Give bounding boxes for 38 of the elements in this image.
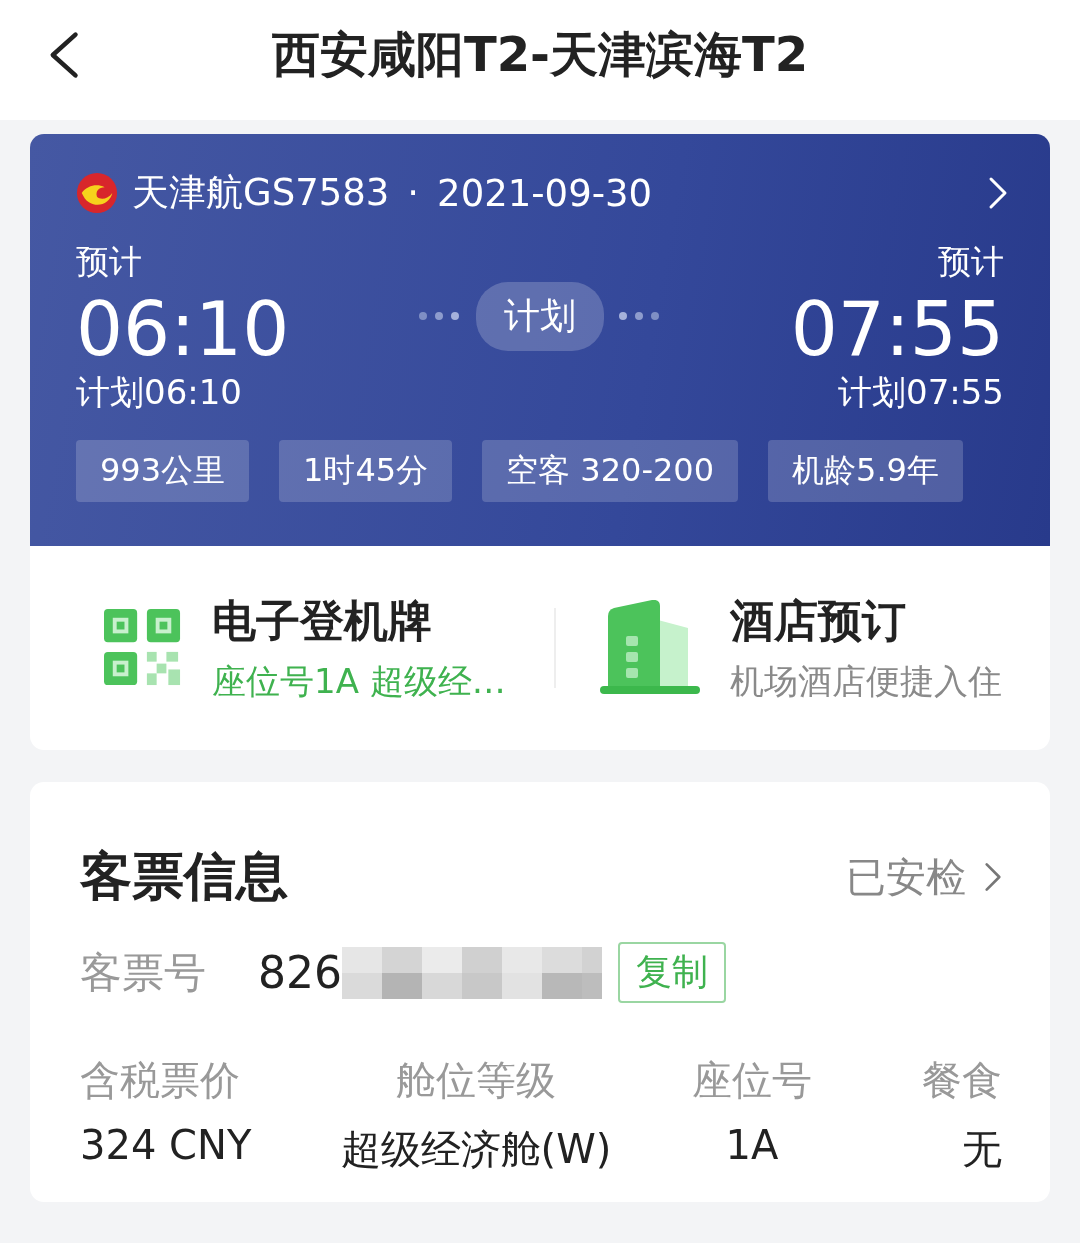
estimate-label: 预计 — [938, 241, 1004, 283]
flight-number: 天津航GS7583 — [132, 170, 390, 216]
info-tag: 1时45分 — [279, 440, 453, 503]
service-subtitle: 机场酒店便捷入住 — [730, 659, 1002, 703]
info-tag: 空客 320-200 — [482, 440, 739, 503]
departure-time: 06:10 — [76, 289, 290, 371]
ticket-number: 826 — [258, 947, 342, 999]
separator-dot: · — [407, 171, 420, 215]
column-label: 座位号 — [692, 1056, 812, 1106]
column-value: 超级经济舱(W) — [340, 1125, 612, 1175]
column-value: 324 CNY — [80, 1122, 253, 1169]
scheduled-time: 计划06:10 — [76, 371, 243, 415]
chevron-right-icon[interactable] — [984, 861, 1002, 894]
column-label: 含税票价 — [80, 1056, 241, 1106]
ticket-number-label: 客票号 — [80, 946, 207, 999]
flight-date: 2021-09-30 — [437, 171, 653, 215]
dots-icon — [418, 311, 462, 322]
dots-icon — [618, 311, 662, 322]
info-tag: 机龄5.9年 — [768, 440, 963, 503]
column-label: 餐食 — [922, 1056, 1002, 1106]
airline-logo-icon — [76, 172, 118, 214]
qr-code-icon[interactable] — [104, 609, 182, 688]
info-tag: 993公里 — [76, 440, 250, 503]
security-status-link[interactable]: 已安检 — [846, 849, 966, 905]
status-pill: 计划 — [476, 281, 604, 351]
building-icon[interactable] — [600, 600, 700, 697]
scheduled-time: 计划07:55 — [838, 371, 1004, 415]
column-value: 1A — [725, 1122, 779, 1169]
column-label: 舱位等级 — [396, 1056, 556, 1106]
column-value: 无 — [962, 1125, 1002, 1175]
page-title: 西安咸阳T2-天津滨海T2 — [271, 25, 809, 84]
service-subtitle: 座位号1A 超级经… — [212, 659, 506, 703]
estimate-label: 预计 — [76, 241, 143, 283]
service-title[interactable]: 酒店预订 — [730, 591, 1002, 651]
service-title[interactable]: 电子登机牌 — [212, 591, 506, 651]
section-title: 客票信息 — [80, 845, 288, 909]
arrival-time: 07:55 — [790, 289, 1004, 371]
chevron-right-icon[interactable] — [988, 176, 1008, 210]
